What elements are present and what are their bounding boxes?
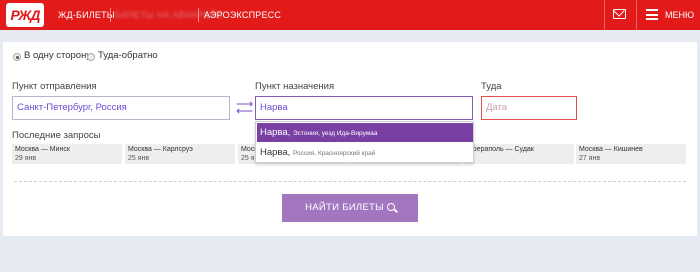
suggestion-name: Нарва, — [260, 147, 291, 158]
recent-searches-title: Последние запросы — [12, 130, 101, 141]
radio-one-way-label[interactable]: В одну сторону — [24, 50, 91, 61]
mail-icon[interactable] — [613, 9, 626, 19]
date-label: Туда — [481, 81, 502, 92]
nav-divider — [110, 8, 111, 22]
recent-route: ифераполь — Судак — [467, 146, 534, 153]
from-input[interactable]: Санкт-Петербург, Россия — [12, 96, 230, 120]
recent-date: 29 янв — [15, 155, 37, 162]
divider — [14, 181, 686, 182]
suggestion-detail: Эстония, уезд Ида-Вирумаа — [292, 130, 378, 137]
suggestion-detail: Россия, Красноярский край — [292, 150, 376, 157]
menu-button[interactable]: МЕНЮ — [665, 0, 694, 30]
to-input[interactable]: Нарва — [255, 96, 473, 120]
menu-icon[interactable] — [646, 9, 658, 20]
header-divider — [604, 0, 605, 30]
from-label: Пункт отправления — [12, 81, 97, 92]
radio-one-way[interactable] — [13, 53, 21, 61]
recent-route: Москва — Минск — [15, 146, 70, 153]
recent-route: Москва — Карлсруэ — [128, 146, 193, 153]
recent-search-item[interactable]: Москва — Кишинев 27 янв — [576, 144, 686, 164]
recent-date: 25 янв — [128, 155, 150, 162]
rzd-logo[interactable]: РЖД — [6, 3, 44, 27]
nav-rail-tickets[interactable]: ЖД-БИЛЕТЫ — [58, 0, 115, 30]
date-input[interactable]: Дата — [481, 96, 577, 120]
destination-suggestions: Нарва, Эстония, уезд Ида-Вирумаа Нарва, … — [255, 121, 474, 163]
recent-search-item[interactable]: Москва — Минск 29 янв — [12, 144, 122, 164]
recent-route: Москва — Кишинев — [579, 146, 643, 153]
radio-round-trip-label[interactable]: Туда-обратно — [98, 50, 158, 61]
swap-arrows-icon[interactable]: ⟶ ⟵ — [236, 98, 253, 117]
find-tickets-button[interactable]: НАЙТИ БИЛЕТЫ — [282, 194, 418, 222]
find-tickets-label: НАЙТИ БИЛЕТЫ — [305, 202, 384, 213]
header-divider — [636, 0, 637, 30]
nav-divider — [198, 8, 199, 22]
recent-search-item[interactable]: Москва — Карлсруэ 25 янв — [125, 144, 235, 164]
radio-round-trip[interactable] — [87, 53, 95, 61]
suggestion-name: Нарва, — [260, 127, 291, 138]
to-label: Пункт назначения — [255, 81, 335, 92]
suggestion-item[interactable]: Нарва, Эстония, уезд Ида-Вирумаа — [257, 123, 473, 142]
suggestion-item[interactable]: Нарва, Россия, Красноярский край — [257, 143, 473, 162]
recent-search-item[interactable]: ифераполь — Судак — [464, 144, 574, 164]
nav-aeroexpress[interactable]: АЭРОЭКСПРЕСС — [204, 0, 281, 30]
search-icon — [386, 203, 395, 211]
recent-date: 27 янв — [579, 155, 601, 162]
